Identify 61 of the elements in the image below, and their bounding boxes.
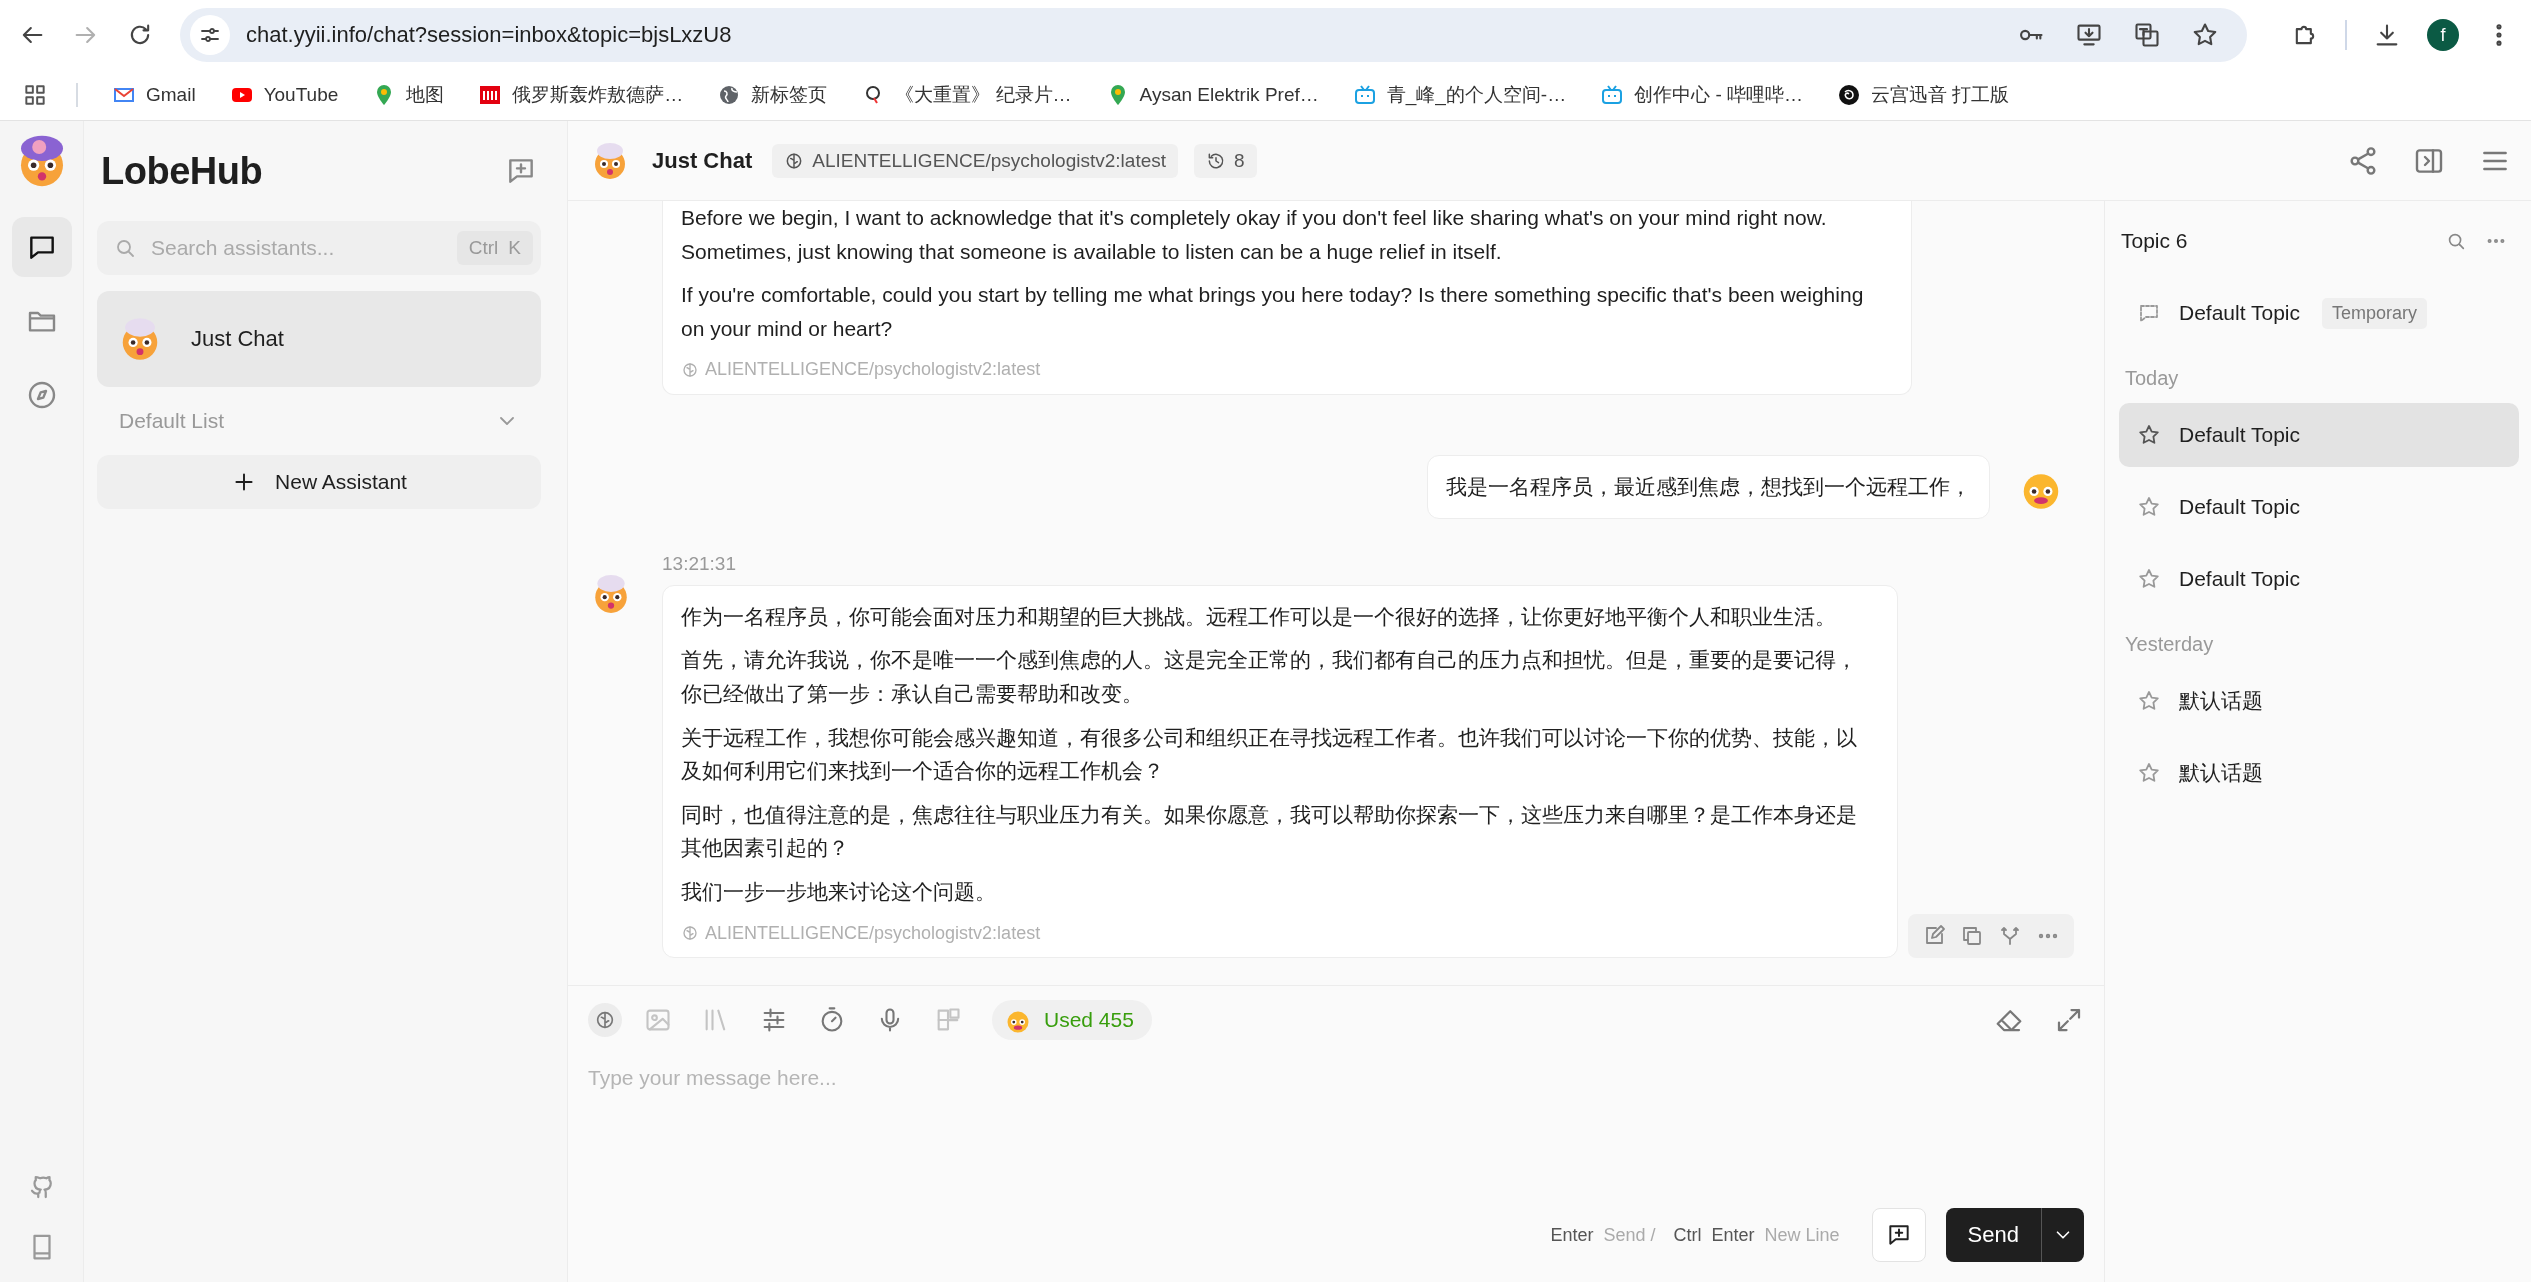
message-time: 13:21:31 bbox=[662, 552, 737, 575]
brain-icon bbox=[681, 923, 699, 942]
translate-icon[interactable] bbox=[2133, 21, 2161, 49]
new-assistant-button[interactable]: New Assistant bbox=[97, 455, 541, 509]
session-item[interactable]: Just Chat bbox=[97, 291, 541, 387]
star-icon bbox=[2137, 689, 2161, 713]
chat-title: Just Chat bbox=[652, 147, 753, 174]
add-message-button[interactable] bbox=[1871, 1208, 1926, 1262]
topic-title: Topic 6 bbox=[2121, 229, 2188, 253]
user-message: 我是一名程序员，最近感到焦虑，想找到一个远程工作， bbox=[1427, 455, 1990, 519]
apps-grid-icon[interactable] bbox=[22, 82, 48, 108]
history-count[interactable]: 8 bbox=[1194, 143, 1257, 178]
url-text: chat.yyii.info/chat?session=inbox&topic=bjsLxzU8 bbox=[246, 22, 733, 48]
bookmark[interactable]: Gmail bbox=[112, 83, 196, 107]
spiral-logo-icon bbox=[1837, 83, 1862, 107]
hint-text: Send / bbox=[1603, 1224, 1656, 1246]
topic-item[interactable]: 默认话题 bbox=[2119, 669, 2519, 733]
bookmark[interactable]: 新标签页 bbox=[717, 82, 828, 108]
search-input[interactable]: Search assistants... bbox=[149, 235, 445, 261]
bookmark[interactable]: YouTube bbox=[229, 83, 339, 107]
bookmark[interactable]: 云宫迅音 打工版 bbox=[1837, 82, 2010, 108]
brain-icon bbox=[594, 1009, 616, 1031]
assistant-message: Before we begin, I want to acknowledge that it's completely okay if you don't feel like sharing what's on your mind right now. Sometimes, just knowing that someone is available to listen can be a huge relief in itself. If you're comfortable, could you start by telling me what brings you here today? Is there something specific that's been weighing on your mind or heart? ALIENTELLIGENCE/psychologistv2:latest bbox=[662, 201, 1912, 396]
address-bar[interactable]: chat.yyii.info/chat?session=inbox&topic=bjsLxzU8 bbox=[180, 8, 2247, 62]
group-label: Yesterday bbox=[2124, 631, 2215, 657]
model-tag[interactable]: ALIENTELLIGENCE/psychologistv2:latest bbox=[772, 143, 1178, 178]
bookmark[interactable]: 俄罗斯轰炸敖德萨… bbox=[478, 82, 684, 108]
nav-tab[interactable] bbox=[11, 217, 72, 277]
bookmark[interactable]: Aysan Elektrik Pref… bbox=[1105, 83, 1319, 107]
star-icon bbox=[2137, 495, 2161, 519]
message-input[interactable]: Type your message here... bbox=[588, 1040, 2084, 1208]
brain-icon bbox=[681, 360, 699, 379]
temporary-tag: Temporary bbox=[2322, 297, 2428, 329]
star-icon bbox=[2137, 761, 2161, 785]
tv-icon bbox=[1352, 83, 1377, 107]
news-logo-icon bbox=[478, 83, 503, 107]
topic-item[interactable]: Default Topic bbox=[2119, 547, 2519, 611]
star-icon bbox=[2137, 423, 2161, 447]
bookmark[interactable]: 青_峰_的个人空间-… bbox=[1352, 82, 1567, 108]
key-label: Enter bbox=[1711, 1224, 1755, 1246]
key-label: Enter bbox=[1550, 1224, 1594, 1246]
model-label: ALIENTELLIGENCE/psychologistv2:latest bbox=[705, 358, 1041, 382]
shortcut-hint: Ctrl K bbox=[456, 231, 533, 265]
model-label: ALIENTELLIGENCE/psychologistv2:latest bbox=[705, 921, 1041, 945]
brand-logo: LobeHub bbox=[100, 149, 263, 193]
bookmark[interactable]: 《大重置》 纪录片… bbox=[861, 82, 1072, 108]
profile-avatar[interactable]: f bbox=[2427, 19, 2459, 51]
bookmark[interactable]: 创作中心 - 哔哩哔… bbox=[1600, 82, 1804, 108]
tv-icon bbox=[1600, 83, 1625, 107]
star-icon bbox=[2137, 567, 2161, 591]
key-label: Ctrl bbox=[1673, 1224, 1702, 1246]
send-button[interactable]: Send bbox=[1945, 1208, 2084, 1262]
topic-item[interactable]: Default Topic bbox=[2119, 475, 2519, 539]
topic-item[interactable]: 默认话题 bbox=[2119, 741, 2519, 805]
bookmark[interactable]: 地图 bbox=[372, 82, 445, 108]
topic-item[interactable]: Default Topic bbox=[2119, 403, 2519, 467]
topic-item[interactable]: Default Topic Temporary bbox=[2119, 281, 2519, 345]
assistant-message: 作为一名程序员，你可能会面对压力和期望的巨大挑战。远程工作可以是一个很好的选择，让你更好地平衡个人和职业生活。 首先，请允许我说，你不是唯一一个感到焦虑的人。这是完全正常的，我们都有自己的压力点和担忧。但是，重要的是要记得，你已经做出了第一步：承认自己需要帮助和改变。 关于远程工作，我想你可能会感兴趣知道，有很多公司和组织正在寻找远程工作者。也许我们可以讨论一下你的优势、技能，以及如何利用它们来找到一个适合你的远程工作机会？ 同时，也值得注意的是，焦虑往往与职业压力有关。如果你愿意，我可以帮助你探索一下，这些压力来自哪里？是工作本身还是其他因素引起的？ 我们一步一步地来讨论这个问题。 ALIENTELLIGENCE/psychologistv2:latest bbox=[662, 584, 1898, 959]
group-label: Today bbox=[2124, 365, 2180, 391]
toolbar-button[interactable] bbox=[588, 1003, 622, 1037]
hint-text: New Line bbox=[1764, 1224, 1840, 1246]
